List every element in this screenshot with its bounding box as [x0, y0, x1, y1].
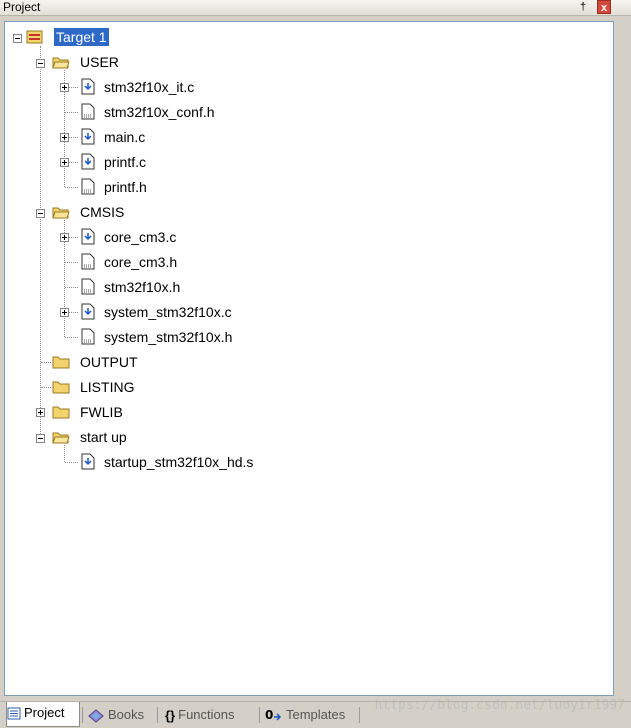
- group-label-fwlib[interactable]: FWLIB: [80, 403, 123, 421]
- expand-file-toggle[interactable]: [60, 158, 69, 167]
- header-file-icon: [81, 253, 95, 270]
- c-source-file-icon: [81, 78, 95, 95]
- tree-line: [40, 46, 41, 438]
- tab-templates[interactable]: 0 Templates: [265, 704, 357, 726]
- panel-title-bar: Project † x: [0, 0, 631, 16]
- tree-line: [65, 337, 78, 338]
- expand-file-toggle[interactable]: [60, 133, 69, 142]
- c-source-file-icon: [81, 228, 95, 245]
- c-source-file-icon: [81, 153, 95, 170]
- books-icon: [88, 709, 104, 723]
- tree-line: [69, 162, 78, 163]
- panel-title: Project: [3, 0, 41, 14]
- svg-text:0: 0: [265, 708, 273, 722]
- tab-label-functions: Functions: [178, 707, 235, 722]
- tree-line: [69, 137, 78, 138]
- file-label[interactable]: core_cm3.h: [104, 253, 177, 271]
- folder-open-icon: [52, 57, 70, 69]
- folder-closed-icon: [52, 406, 70, 419]
- group-label-listing[interactable]: LISTING: [80, 378, 134, 396]
- tab-separator: [359, 707, 360, 723]
- tab-separator: [82, 707, 83, 723]
- tree-line: [41, 362, 51, 363]
- tab-label-books: Books: [108, 707, 145, 722]
- project-icon: [7, 707, 21, 720]
- tree-line: [65, 262, 78, 263]
- c-source-file-icon: [81, 303, 95, 320]
- tab-separator: [259, 707, 260, 723]
- file-label[interactable]: stm32f10x.h: [104, 278, 180, 296]
- tab-label-templates: Templates: [286, 707, 346, 722]
- tab-functions[interactable]: {} Functions: [165, 704, 255, 726]
- header-file-icon: [81, 103, 95, 120]
- tree-line: [69, 87, 78, 88]
- file-label[interactable]: printf.c: [104, 153, 146, 171]
- target-icon: [26, 30, 43, 44]
- folder-open-icon: [52, 207, 70, 219]
- watermark: https://blog.csdn.net/luoyir1997: [374, 698, 625, 713]
- collapse-startup-toggle[interactable]: [36, 434, 45, 443]
- group-label-startup[interactable]: start up: [80, 428, 127, 446]
- tree-line: [65, 462, 78, 463]
- header-file-icon: [81, 328, 95, 345]
- group-label-output[interactable]: OUTPUT: [80, 353, 138, 371]
- c-source-file-icon: [81, 128, 95, 145]
- file-label[interactable]: printf.h: [104, 178, 147, 196]
- file-label[interactable]: system_stm32f10x.h: [104, 328, 232, 346]
- templates-icon: 0: [265, 708, 282, 722]
- folder-closed-icon: [52, 356, 70, 369]
- expand-file-toggle[interactable]: [60, 233, 69, 242]
- expand-fwlib-toggle[interactable]: [36, 408, 45, 417]
- expand-file-toggle[interactable]: [60, 83, 69, 92]
- file-label[interactable]: system_stm32f10x.c: [104, 303, 232, 321]
- collapse-user-toggle[interactable]: [36, 59, 45, 68]
- tree-line: [69, 312, 78, 313]
- tree-line: [65, 187, 78, 188]
- collapse-cmsis-toggle[interactable]: [36, 209, 45, 218]
- close-icon[interactable]: x: [597, 0, 611, 14]
- tree-line: [65, 287, 78, 288]
- functions-icon: {}: [165, 707, 176, 723]
- folder-open-icon: [52, 432, 70, 444]
- tree-line: [64, 445, 65, 462]
- expand-file-toggle[interactable]: [60, 308, 69, 317]
- header-file-icon: [81, 278, 95, 295]
- collapse-target-toggle[interactable]: [13, 34, 22, 43]
- file-label[interactable]: stm32f10x_conf.h: [104, 103, 215, 121]
- right-edge-strip: [614, 16, 631, 696]
- tree-line: [69, 237, 78, 238]
- tab-label-project: Project: [24, 705, 65, 720]
- file-label[interactable]: main.c: [104, 128, 145, 146]
- group-label-user[interactable]: USER: [80, 53, 119, 71]
- file-label[interactable]: core_cm3.c: [104, 228, 176, 246]
- tab-books[interactable]: Books: [87, 704, 153, 726]
- pin-icon[interactable]: †: [576, 0, 590, 15]
- project-tree[interactable]: Target 1 USER stm32f10x_it.c stm32f10x_c…: [4, 21, 614, 696]
- folder-closed-icon: [52, 381, 70, 394]
- tree-line: [41, 387, 51, 388]
- file-label[interactable]: startup_stm32f10x_hd.s: [104, 453, 253, 471]
- target-label[interactable]: Target 1: [54, 28, 109, 46]
- group-label-cmsis[interactable]: CMSIS: [80, 203, 124, 221]
- tab-separator: [157, 707, 158, 723]
- file-label[interactable]: stm32f10x_it.c: [104, 78, 194, 96]
- asm-source-file-icon: [81, 453, 95, 470]
- header-file-icon: [81, 178, 95, 195]
- tab-project[interactable]: Project: [6, 702, 80, 727]
- tree-line: [65, 112, 78, 113]
